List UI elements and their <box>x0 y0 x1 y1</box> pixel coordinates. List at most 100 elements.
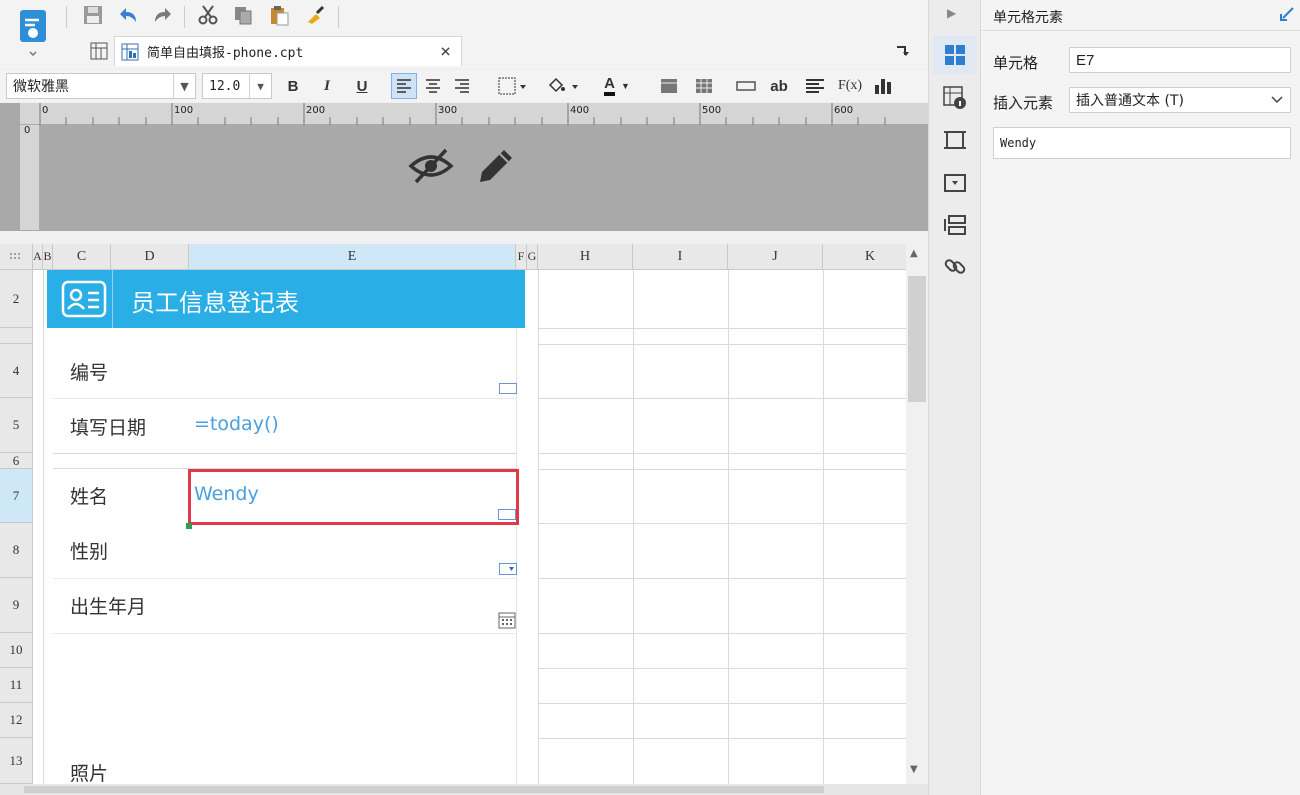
cell-address-input[interactable]: E7 <box>1069 47 1291 73</box>
copy-icon[interactable] <box>230 2 256 28</box>
row-header-2[interactable]: 2 <box>0 270 33 328</box>
font-family-select[interactable]: 微软雅黑 ▼ <box>6 73 196 99</box>
column-header-g[interactable]: G <box>527 244 538 270</box>
vertical-scrollbar[interactable]: ▲ ▼ <box>906 244 928 784</box>
grid-layout-icon[interactable] <box>86 38 112 64</box>
merge-cells-icon[interactable] <box>656 73 682 99</box>
row-header-13[interactable]: 13 <box>0 738 33 784</box>
cell-address-value: E7 <box>1076 51 1095 69</box>
font-size-select[interactable]: 12.0 ▼ <box>202 73 272 99</box>
tab-menu-icon[interactable] <box>890 38 916 64</box>
insert-element-select[interactable]: 插入普通文本 (T) <box>1069 87 1291 113</box>
column-header-j[interactable]: J <box>728 244 823 270</box>
save-icon[interactable] <box>80 2 106 28</box>
row-header-8[interactable]: 8 <box>0 523 33 578</box>
italic-button[interactable]: I <box>314 73 340 99</box>
dropdown-widget-icon[interactable] <box>499 563 517 575</box>
ruler-tick: 100 <box>174 105 194 116</box>
ruler-tick: 400 <box>570 105 590 116</box>
scroll-thumb[interactable] <box>908 276 926 402</box>
dock-arrow-icon[interactable] <box>1279 6 1295 26</box>
id-label: 编号 <box>70 362 109 384</box>
select-all-corner[interactable] <box>0 244 33 270</box>
text-widget-icon[interactable] <box>498 509 516 520</box>
text-box-button[interactable]: ab <box>766 73 792 99</box>
insert-element-value: 插入普通文本 (T) <box>1076 93 1184 109</box>
ruler-tick: 500 <box>702 105 722 116</box>
column-header-c[interactable]: C <box>53 244 111 270</box>
row-header-3[interactable] <box>0 328 33 344</box>
chevron-down-icon: ▼ <box>620 81 630 91</box>
fill-color-button[interactable] <box>544 73 584 99</box>
paragraph-icon[interactable] <box>802 73 828 99</box>
cell-element-icon[interactable] <box>933 36 977 74</box>
chart-icon[interactable] <box>870 73 896 99</box>
row-header-11[interactable]: 11 <box>0 668 33 703</box>
formula-button[interactable]: F(x) <box>836 73 864 99</box>
date-value[interactable]: =today() <box>194 413 279 435</box>
split-cells-icon[interactable] <box>691 73 717 99</box>
cell-attribute-icon[interactable] <box>943 86 967 114</box>
column-header-i[interactable]: I <box>633 244 728 270</box>
redo-icon[interactable] <box>150 2 176 28</box>
cut-icon[interactable] <box>195 2 221 28</box>
ruler-tick: 600 <box>834 105 854 116</box>
widget-setting-icon[interactable] <box>943 172 967 198</box>
format-painter-icon[interactable] <box>302 2 328 28</box>
align-center-button[interactable] <box>420 73 446 99</box>
ruler-tick: 200 <box>306 105 326 116</box>
spreadsheet-grid[interactable]: A B C D E F G H I J K 2 4 5 6 7 8 9 10 1… <box>0 244 906 784</box>
border-button[interactable] <box>494 73 532 99</box>
fill-handle[interactable] <box>186 523 192 529</box>
edit-pencil-icon[interactable] <box>474 146 518 190</box>
chevron-up-icon[interactable]: ▲ <box>910 248 918 259</box>
align-left-button[interactable] <box>391 73 417 99</box>
column-header-b[interactable]: B <box>43 244 53 270</box>
horizontal-scrollbar[interactable] <box>0 784 928 795</box>
chevron-down-icon: ▼ <box>249 74 271 98</box>
condition-attribute-icon[interactable] <box>943 214 967 240</box>
cell-content-value: Wendy <box>1000 136 1037 150</box>
id-card-icon <box>55 270 113 328</box>
column-header-k[interactable]: K <box>823 244 906 270</box>
row-header-7[interactable]: 7 <box>0 469 33 523</box>
hide-eye-icon[interactable] <box>408 146 454 190</box>
crop-frame-icon[interactable] <box>943 128 967 156</box>
row-header-9[interactable]: 9 <box>0 578 33 633</box>
text-field-icon[interactable] <box>733 73 759 99</box>
text-widget-icon[interactable] <box>499 383 517 394</box>
calendar-icon[interactable] <box>498 611 516 629</box>
row-header-4[interactable]: 4 <box>0 344 33 398</box>
underline-button[interactable]: U <box>349 73 375 99</box>
paste-icon[interactable] <box>266 2 292 28</box>
close-icon[interactable]: × <box>440 41 451 62</box>
ruler-tick: 300 <box>438 105 458 116</box>
name-value[interactable]: Wendy <box>194 483 259 505</box>
column-header-h[interactable]: H <box>538 244 633 270</box>
tab-document[interactable]: 简单自由填报-phone.cpt × <box>114 36 462 66</box>
column-header-a[interactable]: A <box>33 244 43 270</box>
cell-content-input[interactable]: Wendy <box>993 127 1291 159</box>
column-header-e[interactable]: E <box>189 244 516 270</box>
text-color-button[interactable]: A ▼ <box>596 73 638 99</box>
horizontal-ruler: 0 100 200 300 400 500 600 <box>20 103 928 125</box>
format-toolbar: 微软雅黑 ▼ 12.0 ▼ B I U A ▼ ab F(x) <box>0 70 928 102</box>
bold-button[interactable]: B <box>280 73 306 99</box>
row-header-6[interactable]: 6 <box>0 453 33 469</box>
scroll-thumb[interactable] <box>24 786 824 793</box>
ruler-tick: 0 <box>42 105 49 116</box>
column-header-d[interactable]: D <box>111 244 189 270</box>
collapse-panel-icon[interactable]: ▶ <box>947 6 956 20</box>
side-icon-strip: ▶ <box>928 0 980 795</box>
row-header-12[interactable]: 12 <box>0 703 33 738</box>
align-right-button[interactable] <box>449 73 475 99</box>
row-header-10[interactable]: 10 <box>0 633 33 668</box>
report-designer-icon[interactable] <box>14 6 52 60</box>
chevron-down-icon <box>1270 92 1284 110</box>
chevron-down-icon[interactable]: ▼ <box>910 764 918 775</box>
hyperlink-icon[interactable] <box>943 254 967 282</box>
selected-cell-e7[interactable]: Wendy <box>188 469 519 525</box>
row-header-5[interactable]: 5 <box>0 398 33 453</box>
undo-icon[interactable] <box>115 2 141 28</box>
column-header-f[interactable]: F <box>516 244 527 270</box>
